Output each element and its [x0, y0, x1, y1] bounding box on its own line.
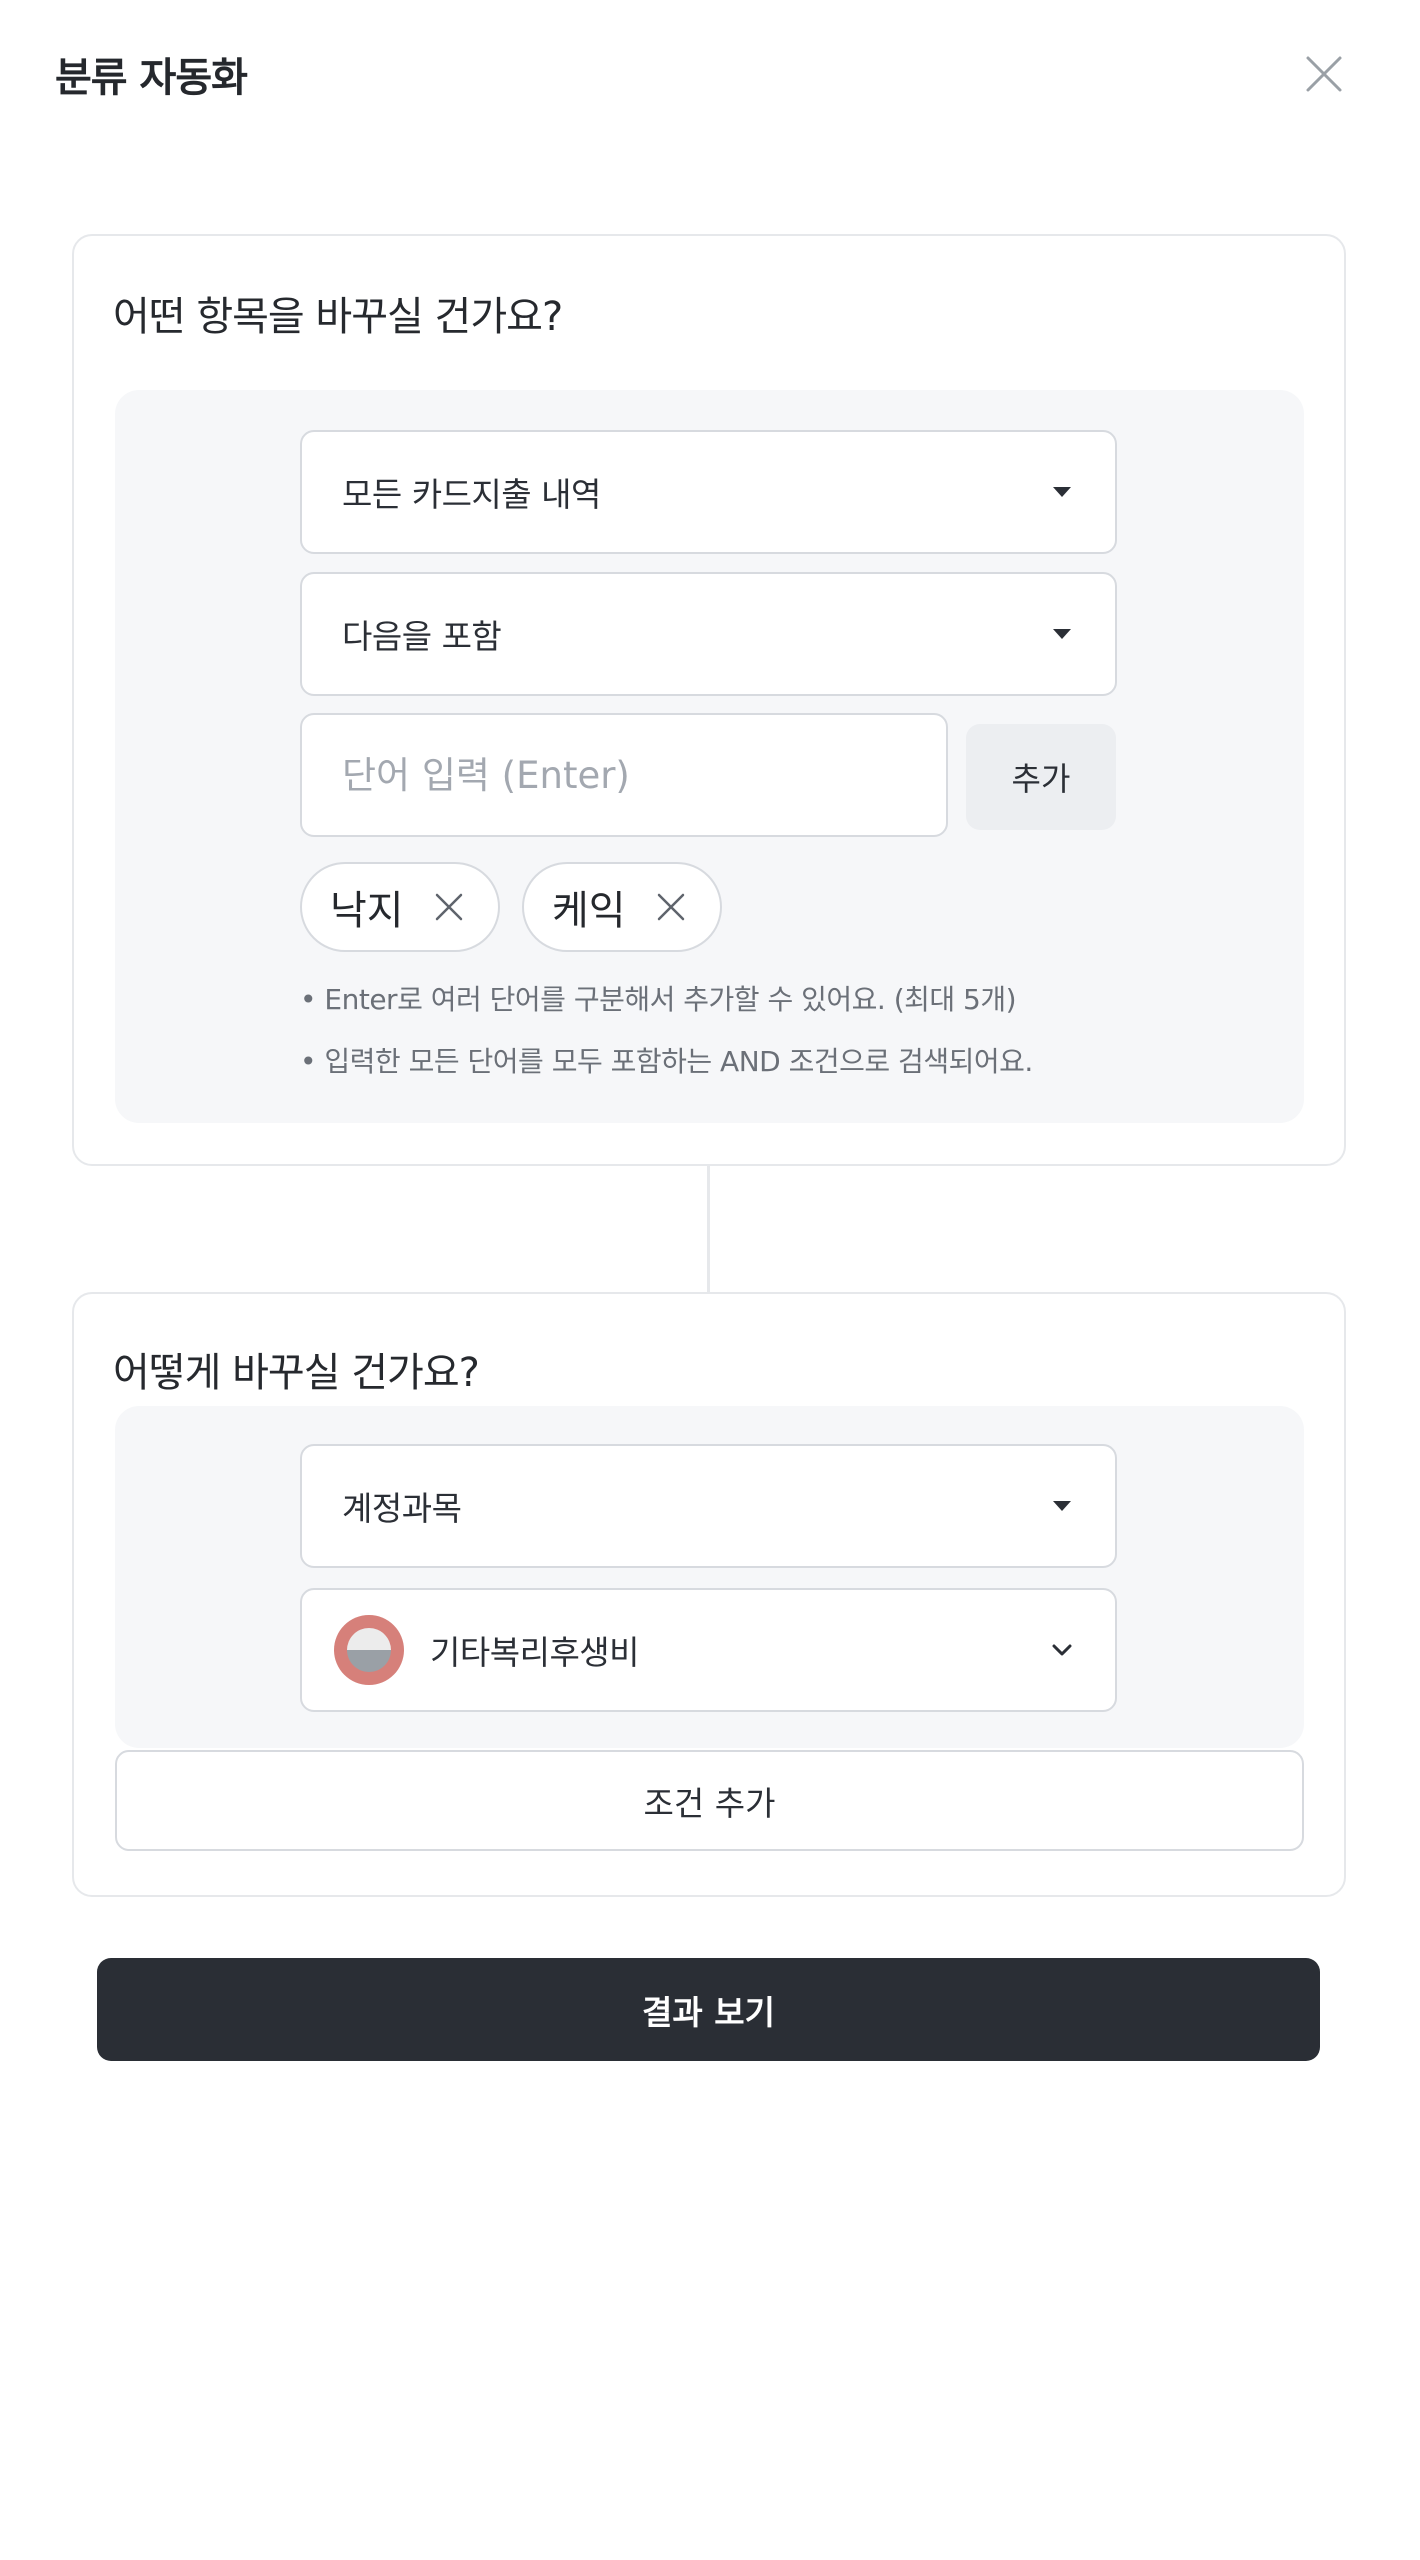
target-select-value: 모든 카드지출 내역 — [342, 475, 601, 514]
category-select-value: 기타복리후생비 — [430, 1633, 640, 1672]
category-select[interactable]: 기타복리후생비 — [300, 1588, 1117, 1712]
field-select-value: 계정과목 — [342, 1489, 462, 1528]
page-title: 분류 자동화 — [55, 55, 248, 101]
caret-down-icon — [1053, 1501, 1071, 1511]
target-select[interactable]: 모든 카드지출 내역 — [300, 430, 1117, 554]
caret-down-icon — [1053, 629, 1071, 639]
word-input[interactable] — [300, 713, 948, 837]
condition-select[interactable]: 다음을 포함 — [300, 572, 1117, 696]
keyword-chip: 낙지 — [300, 862, 500, 952]
category-badge-icon — [334, 1615, 404, 1685]
keyword-chip: 케익 — [522, 862, 722, 952]
keyword-chip-label: 케익 — [552, 888, 626, 934]
add-word-button[interactable]: 추가 — [966, 724, 1116, 830]
helper-note: • Enter로 여러 단어를 구분해서 추가할 수 있어요. (최대 5개) — [300, 983, 1017, 1016]
chevron-down-icon — [1052, 1644, 1072, 1656]
close-icon[interactable] — [654, 890, 688, 924]
close-icon[interactable] — [1300, 50, 1348, 98]
caret-down-icon — [1053, 487, 1071, 497]
close-icon[interactable] — [432, 890, 466, 924]
how-section-title: 어떻게 바꾸실 건가요? — [113, 1350, 480, 1396]
what-section-title: 어떤 항목을 바꾸실 건가요? — [113, 294, 563, 340]
helper-note: • 입력한 모든 단어를 모두 포함하는 AND 조건으로 검색되어요. — [300, 1045, 1033, 1078]
section-connector — [707, 1166, 710, 1292]
view-results-button[interactable]: 결과 보기 — [97, 1958, 1320, 2061]
condition-select-value: 다음을 포함 — [342, 617, 502, 656]
add-condition-button[interactable]: 조건 추가 — [115, 1750, 1304, 1851]
keyword-chip-label: 낙지 — [330, 888, 404, 934]
field-select[interactable]: 계정과목 — [300, 1444, 1117, 1568]
